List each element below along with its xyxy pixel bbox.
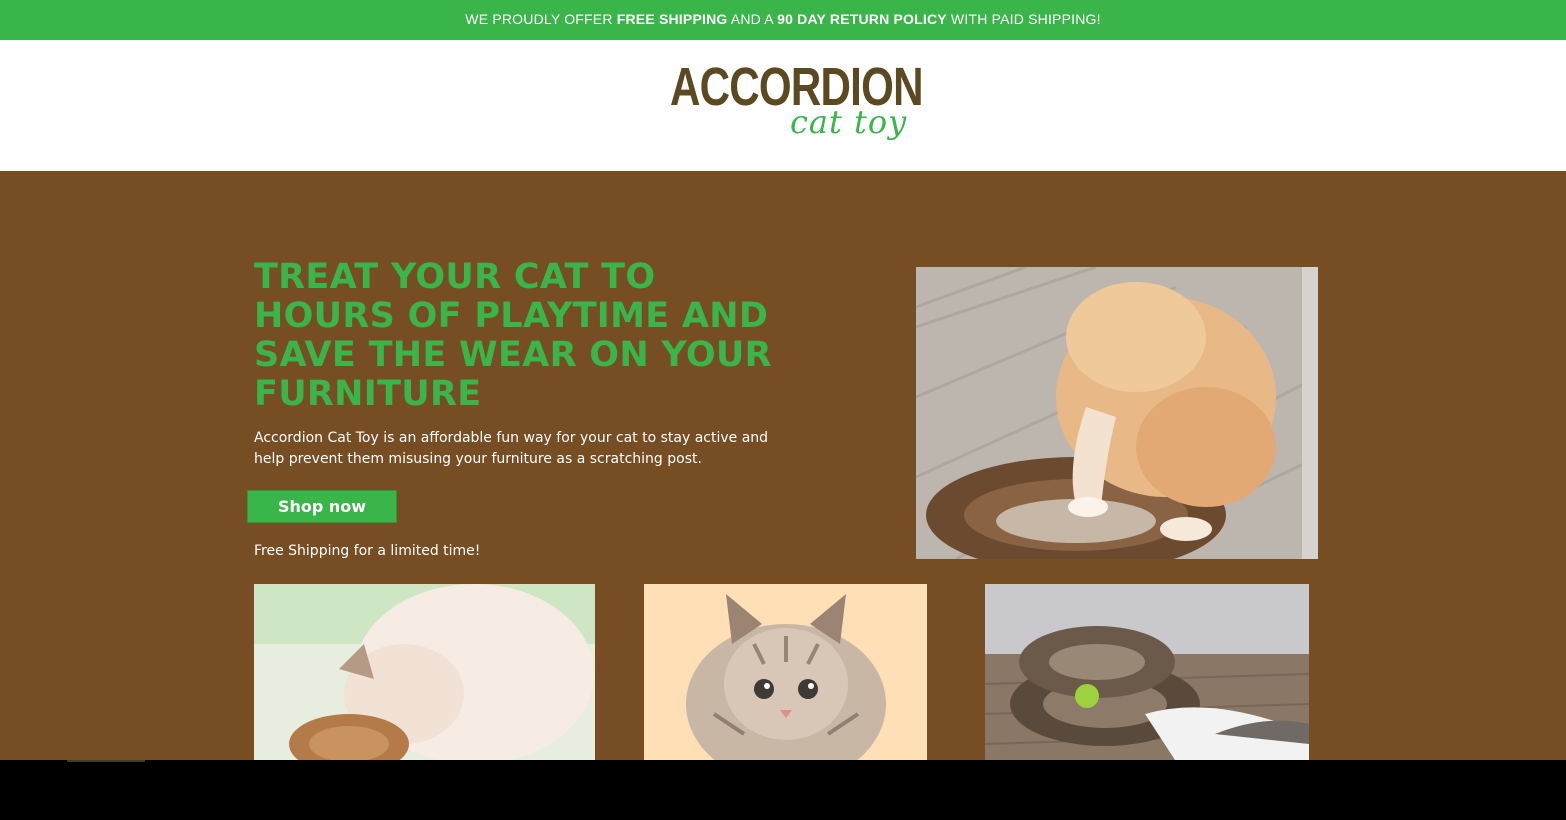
logo-tagline: cat toy <box>790 103 908 141</box>
hero-description: Accordion Cat Toy is an affordable fun w… <box>254 430 769 467</box>
site-header: ACCORDION cat toy <box>0 40 1566 171</box>
announcement-bar: WE PROUDLY OFFER FREE SHIPPING AND A 90 … <box>0 0 1566 40</box>
bottom-overlay-bar <box>0 760 1566 820</box>
hero-section: TREAT YOUR CAT TO HOURS OF PLAYTIME AND … <box>0 171 1566 760</box>
announcement-text-1: WE PROUDLY OFFER <box>465 11 617 27</box>
announcement-text-3: WITH PAID SHIPPING! <box>946 11 1101 27</box>
hero-headline: TREAT YOUR CAT TO HOURS OF PLAYTIME AND … <box>254 257 772 414</box>
bottom-bar-handle <box>67 760 145 762</box>
product-image-white-cat <box>254 584 595 760</box>
announcement-free-shipping: FREE SHIPPING <box>616 11 728 27</box>
free-shipping-note: Free Shipping for a limited time! <box>254 543 481 559</box>
product-image-accordion-toy <box>985 584 1309 760</box>
shop-now-button[interactable]: Shop now <box>247 490 397 523</box>
hero-cat-playing-image <box>916 267 1318 559</box>
product-image-tabby-kitten <box>644 584 927 760</box>
site-logo[interactable]: ACCORDION cat toy <box>668 58 923 154</box>
announcement-text-2: AND A <box>727 11 778 27</box>
announcement-return-policy: 90 DAY RETURN POLICY <box>777 11 947 27</box>
